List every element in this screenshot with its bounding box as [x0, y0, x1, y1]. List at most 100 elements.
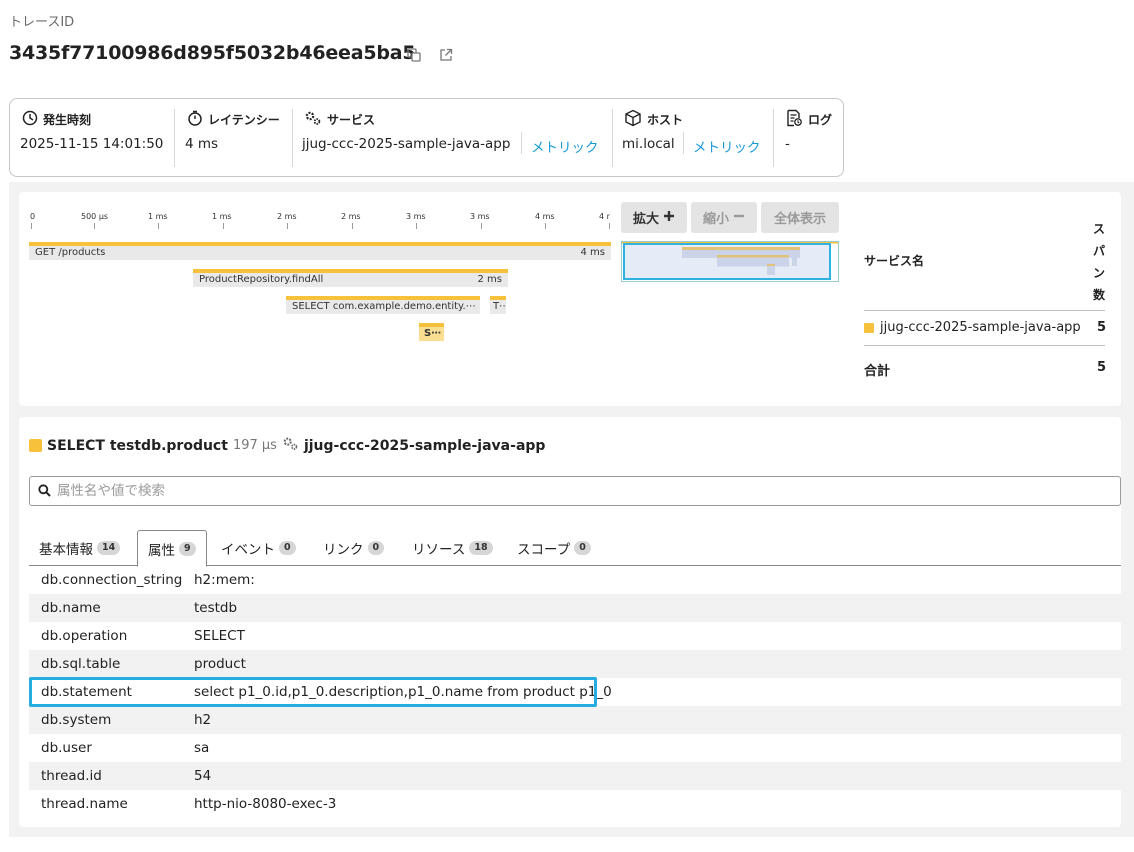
services-col-count: スパン数 — [1092, 222, 1105, 302]
span-find-all[interactable]: ProductRepository.findAll 2 ms — [193, 269, 508, 287]
tab-label: スコープ — [517, 542, 571, 558]
attribute-key: db.system — [41, 712, 112, 728]
attribute-value: h2:mem: — [194, 572, 255, 588]
span-detail-panel: SELECT testdb.product 197 µs jjug-ccc-20… — [19, 417, 1121, 827]
tab-resources[interactable]: リソース 18 — [402, 530, 503, 566]
attribute-key: db.user — [41, 740, 92, 756]
clock-icon — [22, 110, 38, 129]
attribute-value: h2 — [194, 712, 212, 728]
attribute-row: thread.id 54 — [29, 762, 1121, 790]
attribute-key: db.connection_string — [41, 572, 183, 588]
attribute-row: db.user sa — [29, 734, 1121, 762]
ruler-tick: 1 ms — [148, 212, 168, 221]
copy-icon[interactable] — [405, 46, 423, 64]
trace-id-label: トレースID — [9, 15, 75, 30]
attribute-value: 54 — [194, 768, 212, 784]
attribute-key: thread.id — [41, 768, 102, 784]
tab-links[interactable]: リンク 0 — [313, 530, 394, 566]
tab-attributes[interactable]: 属性 9 — [137, 530, 207, 567]
attribute-value: select p1_0.id,p1_0.description,p1_0.nam… — [194, 684, 612, 700]
zoom-in-button[interactable]: 拡大 — [621, 202, 687, 233]
stopwatch-icon — [187, 110, 203, 129]
fit-all-button[interactable]: 全体表示 — [761, 202, 839, 233]
tab-count-badge: 14 — [97, 541, 121, 555]
detail-tabs: 基本情報 14 属性 9 イベント 0 リンク 0 リソース 18 スコープ 0 — [29, 530, 1121, 567]
attribute-row: db.operation SELECT — [29, 622, 1121, 650]
attribute-row: db.sql.table product — [29, 650, 1121, 678]
ruler-tick: 3 ms — [406, 212, 426, 221]
summary-log: ログ — [785, 109, 832, 167]
tab-label: 基本情報 — [39, 542, 93, 558]
log-value: - — [785, 136, 790, 152]
tab-basic-info[interactable]: 基本情報 14 — [29, 530, 130, 566]
attribute-value: product — [194, 656, 246, 672]
span-name: ProductRepository.findAll — [199, 274, 324, 285]
ruler-tick: 3 ms — [470, 212, 490, 221]
span-name: SELECT com.example.demo.entity.⋯ — [292, 301, 476, 312]
ruler-tick: 1 ms — [212, 212, 232, 221]
minus-icon — [733, 210, 745, 226]
host-metric-link[interactable]: メトリック — [693, 136, 761, 156]
attribute-key: thread.name — [41, 796, 128, 812]
span-duration: 2 ms — [477, 274, 503, 285]
attribute-key: db.statement — [41, 684, 132, 700]
timeline-panel: 0 500 µs 1 ms 1 ms 2 ms 2 ms 3 ms 3 ms 4… — [19, 192, 1121, 406]
ruler-tick: 0 — [30, 212, 36, 221]
zoom-out-label: 縮小 — [702, 212, 729, 227]
span-select-product[interactable]: S⋯ — [419, 323, 444, 341]
span-header: SELECT testdb.product 197 µs jjug-ccc-20… — [29, 436, 545, 455]
plus-icon — [663, 210, 675, 226]
tab-scope[interactable]: スコープ 0 — [507, 530, 601, 566]
ruler-tick: 4 r — [599, 212, 610, 221]
span-service: jjug-ccc-2025-sample-java-app — [303, 437, 546, 454]
open-external-icon[interactable] — [437, 46, 455, 64]
latency-label: レイテンシー — [208, 112, 280, 127]
tab-label: イベント — [221, 542, 275, 558]
attribute-search — [29, 476, 1121, 506]
attribute-row: db.statement select p1_0.id,p1_0.descrip… — [29, 678, 1121, 706]
service-name: jjug-ccc-2025-sample-java-app — [880, 320, 1081, 335]
span-get-products[interactable]: GET /products 4 ms — [29, 242, 611, 260]
service-value: jjug-ccc-2025-sample-java-app — [302, 136, 511, 152]
tab-label: 属性 — [148, 542, 175, 559]
services-total-label: 合計 — [864, 364, 891, 379]
attribute-value: http-nio-8080-exec-3 — [194, 796, 337, 812]
services-total-count: 5 — [1097, 360, 1107, 375]
minimap-viewport[interactable] — [623, 243, 831, 280]
tab-count-badge: 0 — [367, 541, 385, 555]
ruler-tick: 4 ms — [535, 212, 555, 221]
span-title: SELECT testdb.product — [47, 437, 228, 454]
service-row: jjug-ccc-2025-sample-java-app — [864, 320, 1081, 335]
span-name: GET /products — [35, 247, 106, 258]
zoom-out-button[interactable]: 縮小 — [691, 202, 757, 233]
attribute-row: db.connection_string h2:mem: — [29, 566, 1121, 594]
attribute-key: db.name — [41, 600, 101, 616]
tab-label: リンク — [323, 542, 364, 558]
attribute-search-input[interactable] — [57, 483, 957, 499]
timeline-minimap[interactable] — [621, 241, 839, 282]
attribute-row: db.system h2 — [29, 706, 1121, 734]
service-color-swatch — [864, 322, 874, 333]
host-label: ホスト — [647, 112, 684, 127]
attribute-key: db.operation — [41, 628, 128, 644]
cube-icon — [624, 109, 642, 130]
attribute-value: testdb — [194, 600, 238, 616]
span-select-entity[interactable]: SELECT com.example.demo.entity.⋯ — [286, 296, 480, 314]
attribute-row: db.name testdb — [29, 594, 1121, 622]
time-label: 発生時刻 — [43, 112, 92, 127]
ruler-tick: 500 µs — [81, 212, 109, 221]
time-value: 2025-11-15 14:01:50 — [20, 136, 164, 152]
tab-events[interactable]: イベント 0 — [211, 530, 306, 566]
span-small-t[interactable]: T⋯ — [490, 296, 506, 314]
tab-count-badge: 0 — [574, 541, 591, 555]
tab-label: リソース — [412, 542, 466, 558]
latency-value: 4 ms — [185, 136, 219, 152]
service-metric-link[interactable]: メトリック — [531, 136, 599, 156]
service-span-count: 5 — [1097, 320, 1107, 335]
attribute-row: thread.name http-nio-8080-exec-3 — [29, 790, 1121, 818]
service-label: サービス — [327, 112, 376, 127]
trace-actions — [405, 46, 455, 64]
zoom-controls: 拡大 縮小 全体表示 — [621, 202, 839, 233]
span-name: T⋯ — [493, 301, 506, 312]
tab-count-badge: 9 — [179, 541, 196, 556]
